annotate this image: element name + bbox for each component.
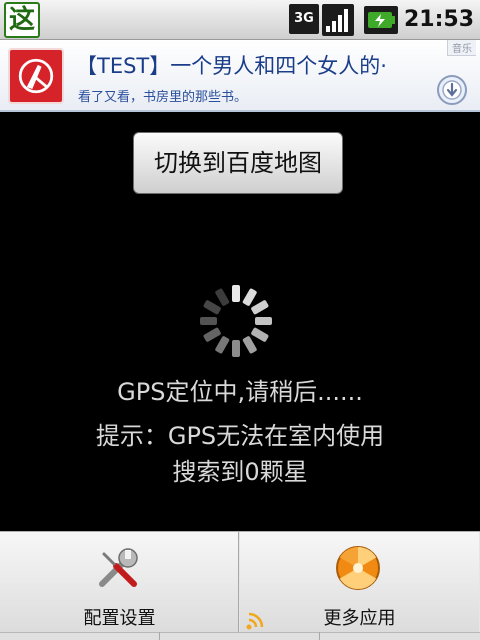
menu-second-row [0, 632, 480, 640]
status-bar: 这 3G 21:53 [0, 0, 480, 40]
battery-charging-icon [364, 6, 398, 34]
ad-corner-tag: 音乐 [447, 40, 476, 56]
network-3g-icon: 3G [289, 4, 319, 34]
ad-app-logo-icon [8, 48, 64, 104]
gps-hint-text: 提示：GPS无法在室内使用 [95, 422, 385, 450]
clock: 21:53 [404, 7, 475, 32]
loading-spinner-icon [200, 285, 272, 357]
orange-ball-icon [336, 546, 380, 590]
wifi-signal-icon [246, 612, 264, 630]
wrench-screwdriver-icon [99, 548, 138, 587]
app-notification-icon: 这 [4, 2, 40, 38]
menu-item-settings[interactable]: 配置设置 [0, 532, 239, 632]
ad-title: 【TEST】一个男人和四个女人的· [76, 54, 387, 78]
menu-divider [159, 632, 160, 640]
menu-item-more-apps[interactable]: 更多应用 [240, 532, 479, 632]
download-icon[interactable] [436, 74, 468, 106]
menu-divider [319, 632, 320, 640]
menu-item-label: 配置设置 [83, 608, 156, 629]
gps-status-text: GPS定位中,请稍后...... [117, 378, 363, 406]
menu-item-label: 更多应用 [323, 608, 396, 629]
ad-banner[interactable]: 【TEST】一个男人和四个女人的· 看了又看，书房里的那些书。 音乐 [0, 40, 480, 112]
options-menu: 配置设置 更多应用 [0, 531, 480, 640]
ad-subtitle: 看了又看，书房里的那些书。 [78, 90, 248, 105]
signal-strength-icon [322, 4, 354, 36]
switch-to-baidu-map-button[interactable]: 切换到百度地图 [133, 132, 343, 194]
satellite-count-text: 搜索到0颗星 [172, 458, 308, 486]
